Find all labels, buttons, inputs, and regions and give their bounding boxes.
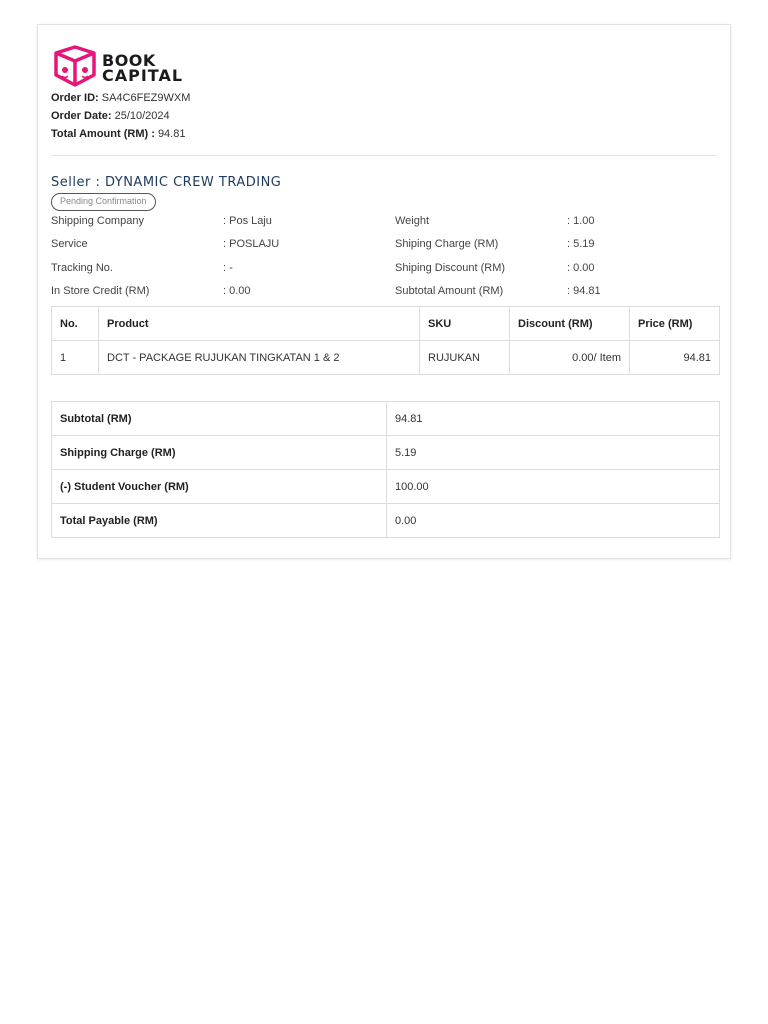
divider — [51, 155, 717, 156]
detail-value: : Pos Laju — [223, 215, 272, 227]
detail-value: : 0.00 — [567, 262, 595, 274]
row-price: 94.81 — [629, 340, 720, 375]
row-sku: RUJUKAN — [419, 340, 510, 375]
order-id-row: Order ID: SA4C6FEZ9WXM — [51, 92, 190, 104]
detail-value: : - — [223, 262, 233, 274]
order-date-label: Order Date: — [51, 110, 112, 122]
detail-label: Weight — [395, 215, 430, 227]
status-badge: Pending Confirmation — [51, 193, 156, 211]
row-product: DCT - PACKAGE RUJUKAN TINGKATAN 1 & 2 — [98, 340, 420, 375]
products-table: No. Product SKU Discount (RM) Price (RM)… — [51, 306, 720, 375]
seller-title: Seller : DYNAMIC CREW TRADING — [51, 175, 282, 190]
detail-label: Shiping Discount (RM) — [395, 262, 506, 274]
detail-value: : 1.00 — [567, 215, 595, 227]
detail-label: Tracking No. — [51, 262, 113, 274]
row-no: 1 — [51, 340, 99, 375]
logo-line-2: CAPITAL — [102, 66, 184, 85]
order-total-row: Total Amount (RM) : 94.81 — [51, 128, 185, 140]
column-header: SKU — [419, 306, 510, 341]
order-date-row: Order Date: 25/10/2024 — [51, 110, 170, 122]
summary-label: Shipping Charge (RM) — [51, 435, 387, 470]
summary-value: 100.00 — [386, 469, 720, 504]
summary-row: Subtotal (RM) 94.81 — [51, 401, 720, 436]
summary-label: Total Payable (RM) — [51, 503, 387, 538]
book-capital-logo: BOOK CAPITAL — [52, 44, 184, 92]
detail-label: Service — [51, 238, 88, 250]
order-id-value: SA4C6FEZ9WXM — [101, 92, 191, 104]
summary-value: 0.00 — [386, 503, 720, 538]
column-header: Discount (RM) — [509, 306, 630, 341]
summary-row: Total Payable (RM) 0.00 — [51, 503, 720, 538]
products-header-row: No. Product SKU Discount (RM) Price (RM) — [51, 306, 720, 341]
detail-value: : 0.00 — [223, 285, 251, 297]
order-date-value: 25/10/2024 — [114, 110, 170, 122]
detail-label: Subtotal Amount (RM) — [395, 285, 504, 297]
column-header: No. — [51, 306, 99, 341]
order-total-label: Total Amount (RM) : — [51, 128, 155, 140]
summary-value: 94.81 — [386, 401, 720, 436]
summary-label: Subtotal (RM) — [51, 401, 387, 436]
order-total-value: 94.81 — [157, 128, 186, 140]
summary-table: Subtotal (RM) 94.81 Shipping Charge (RM)… — [51, 401, 720, 538]
detail-label: Shipping Company — [51, 215, 144, 227]
order-card: BOOK CAPITAL Order ID: SA4C6FEZ9WXM Orde… — [37, 24, 731, 559]
summary-value: 5.19 — [386, 435, 720, 470]
order-id-label: Order ID: — [51, 92, 99, 104]
row-discount: 0.00/ Item — [509, 340, 630, 375]
summary-row: (-) Student Voucher (RM) 100.00 — [51, 469, 720, 504]
column-header: Price (RM) — [629, 306, 720, 341]
detail-label: Shiping Charge (RM) — [395, 238, 499, 250]
table-row: 1 DCT - PACKAGE RUJUKAN TINGKATAN 1 & 2 … — [51, 340, 720, 375]
detail-value: : 94.81 — [567, 285, 601, 297]
column-header: Product — [98, 306, 420, 341]
detail-value: : POSLAJU — [223, 238, 280, 250]
summary-row: Shipping Charge (RM) 5.19 — [51, 435, 720, 470]
summary-label: (-) Student Voucher (RM) — [51, 469, 387, 504]
detail-label: In Store Credit (RM) — [51, 285, 150, 297]
book-capital-logo-icon — [52, 44, 98, 92]
detail-value: : 5.19 — [567, 238, 595, 250]
